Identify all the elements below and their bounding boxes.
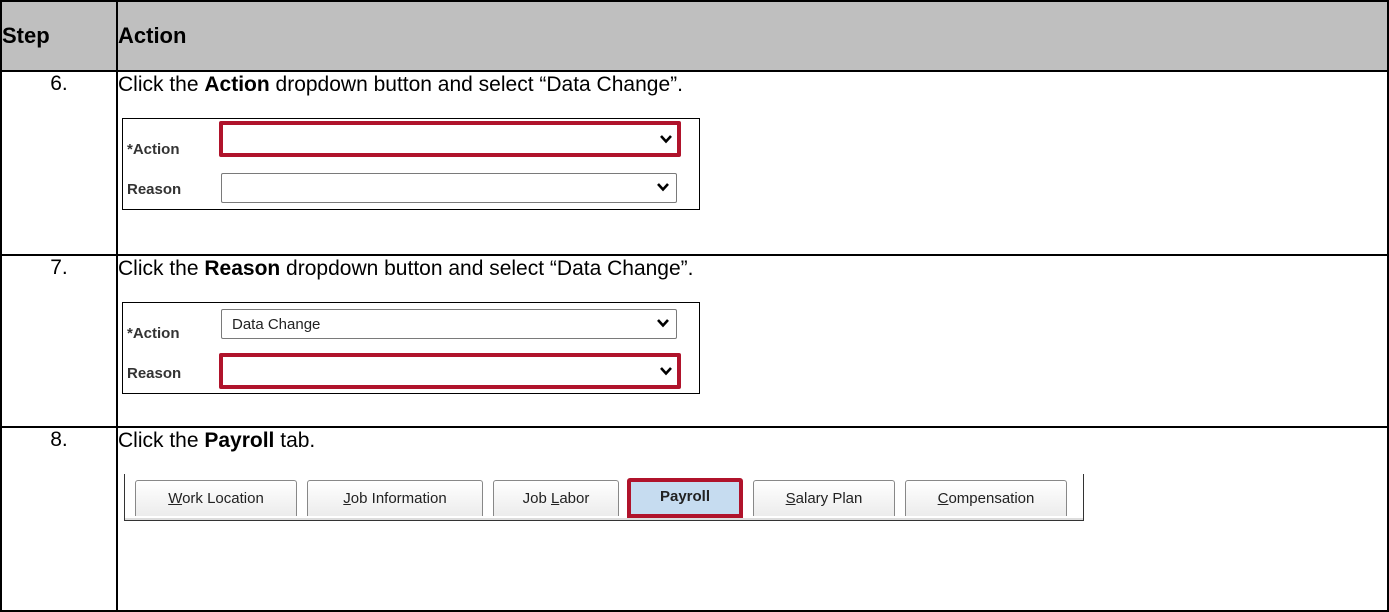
step-row: 8. Click the Payroll tab. Work Location … <box>0 426 1389 612</box>
tab-job-labor[interactable]: Job Labor <box>493 480 619 516</box>
chevron-down-icon <box>657 183 669 192</box>
header-step: Step <box>0 0 118 72</box>
instruction: Click the Payroll tab. <box>118 429 316 452</box>
job-data-tabs: Work Location Job Information Job Labor … <box>124 474 1084 521</box>
tabs-divider <box>125 518 1083 520</box>
action-value: Data Change <box>232 316 321 333</box>
reason-dropdown[interactable] <box>219 353 681 389</box>
chevron-down-icon <box>660 135 672 144</box>
step-number: 7. <box>0 254 118 428</box>
reason-dropdown[interactable] <box>221 173 677 203</box>
steps-table: Step Action 6. Click the Action dropdown… <box>0 0 1389 612</box>
tab-payroll[interactable]: Payroll <box>627 478 743 518</box>
action-label: *Action <box>127 141 180 158</box>
tab-compensation[interactable]: Compensation <box>905 480 1067 516</box>
header-action: Action <box>116 0 1389 72</box>
action-dropdown[interactable]: Data Change <box>221 309 677 339</box>
step-action: Click the Action dropdown button and sel… <box>116 70 1389 256</box>
tab-job-information[interactable]: Job Information <box>307 480 483 516</box>
reason-label: Reason <box>127 181 182 198</box>
step-row: 7. Click the Reason dropdown button and … <box>0 254 1389 428</box>
reason-label: Reason <box>127 365 182 382</box>
tab-salary-plan[interactable]: Salary Plan <box>753 480 895 516</box>
step-action: Click the Payroll tab. Work Location Job… <box>116 426 1389 612</box>
step-action: Click the Reason dropdown button and sel… <box>116 254 1389 428</box>
step-number: 6. <box>0 70 118 256</box>
tab-work-location[interactable]: Work Location <box>135 480 297 516</box>
action-label: *Action <box>127 325 180 342</box>
action-dropdown[interactable] <box>219 121 681 157</box>
step-number: 8. <box>0 426 118 612</box>
chevron-down-icon <box>657 319 669 328</box>
step-row: 6. Click the Action dropdown button and … <box>0 70 1389 256</box>
instruction: Click the Reason dropdown button and sel… <box>118 257 694 280</box>
instruction: Click the Action dropdown button and sel… <box>118 73 683 96</box>
header-row: Step Action <box>0 0 1389 72</box>
action-reason-form: *Action Data Change Reason <box>122 302 700 394</box>
action-reason-form: *Action Reason <box>122 118 700 210</box>
chevron-down-icon <box>660 367 672 376</box>
